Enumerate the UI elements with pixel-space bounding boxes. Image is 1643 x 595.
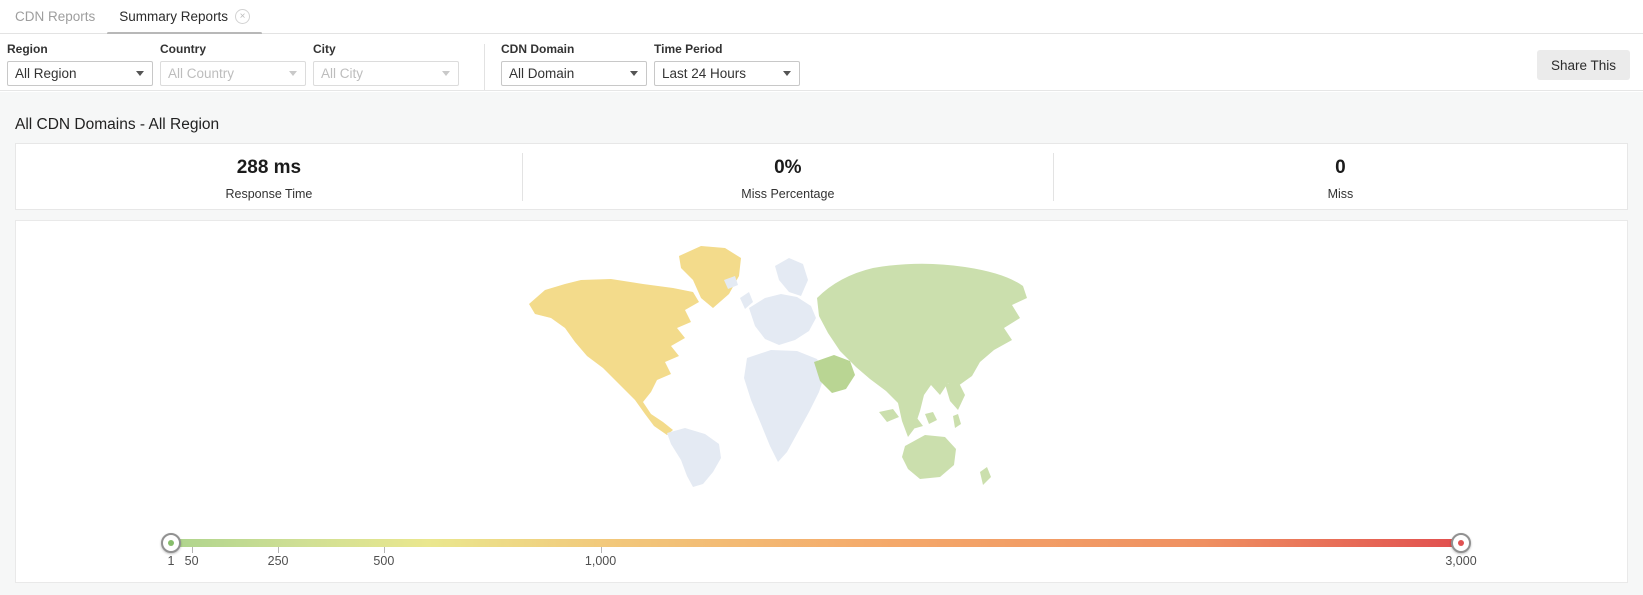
tab-bar: CDN Reports Summary Reports × xyxy=(0,0,1643,34)
heatmap-range-slider: 1502505001,0003,000 xyxy=(171,539,1461,547)
stat-label-miss-percentage: Miss Percentage xyxy=(741,187,834,201)
filter-value-cdn-domain: All Domain xyxy=(509,66,574,81)
filter-value-city: All City xyxy=(321,66,363,81)
filter-select-country: All Country xyxy=(160,61,306,86)
filter-group: Region All Region Country All Country City Al… xyxy=(7,42,807,90)
stat-label-response-time: Response Time xyxy=(225,187,312,201)
tab-summary-reports[interactable]: Summary Reports × xyxy=(116,0,253,34)
slider-tick-mark xyxy=(278,547,279,553)
filter-select-city: All City xyxy=(313,61,459,86)
map-region-north-america[interactable] xyxy=(529,279,699,435)
share-this-button[interactable]: Share This xyxy=(1537,50,1630,80)
filter-country: Country All Country xyxy=(160,42,306,86)
report-content: All CDN Domains - All Region 288 ms Respo… xyxy=(0,92,1643,595)
filter-label-region: Region xyxy=(7,42,153,56)
map-region-uk[interactable] xyxy=(740,292,753,309)
summary-stats-panel: 288 ms Response Time 0% Miss Percentage 0 Mis… xyxy=(15,143,1628,210)
filter-label-country: Country xyxy=(160,42,306,56)
filter-value-country: All Country xyxy=(168,66,234,81)
filter-label-city: City xyxy=(313,42,459,56)
tab-cdn-reports-label: CDN Reports xyxy=(15,0,95,33)
slider-tick-mark xyxy=(601,547,602,553)
slider-tick-label-3-000: 3,000 xyxy=(1445,554,1476,568)
slider-handle-dot xyxy=(1458,540,1464,546)
stat-value-miss-percentage: 0% xyxy=(774,157,801,179)
filter-select-time-period[interactable]: Last 24 Hours xyxy=(654,61,800,86)
map-region-new-zealand[interactable] xyxy=(980,467,991,485)
filter-cdn-domain: CDN Domain All Domain xyxy=(501,42,647,86)
filter-value-time-period: Last 24 Hours xyxy=(662,66,746,81)
stat-label-miss: Miss xyxy=(1328,187,1354,201)
map-region-south-america[interactable] xyxy=(667,428,721,487)
filter-select-cdn-domain[interactable]: All Domain xyxy=(501,61,647,86)
report-title: All CDN Domains - All Region xyxy=(15,116,219,134)
map-region-scandinavia[interactable] xyxy=(775,258,808,296)
tab-cdn-reports[interactable]: CDN Reports xyxy=(12,0,98,34)
slider-tick-label-1: 1 xyxy=(168,554,175,568)
stat-response-time: 288 ms Response Time xyxy=(16,144,522,209)
slider-tick-mark xyxy=(192,547,193,553)
stat-miss-percentage: 0% Miss Percentage xyxy=(523,144,1053,209)
chevron-down-icon xyxy=(783,71,791,76)
chevron-down-icon xyxy=(442,71,450,76)
slider-handle-max[interactable] xyxy=(1451,533,1471,553)
slider-tick-label-250: 250 xyxy=(268,554,289,568)
stat-value-response-time: 288 ms xyxy=(237,157,301,179)
filter-select-region[interactable]: All Region xyxy=(7,61,153,86)
map-region-southeast-asia[interactable] xyxy=(879,409,961,430)
filter-bar: Region All Region Country All Country City Al… xyxy=(0,34,1643,91)
slider-handle-min[interactable] xyxy=(161,533,181,553)
chevron-down-icon xyxy=(630,71,638,76)
filter-divider xyxy=(484,44,485,90)
map-region-asia[interactable] xyxy=(817,264,1027,437)
filter-city: City All City xyxy=(313,42,459,86)
slider-tick-label-500: 500 xyxy=(373,554,394,568)
filter-time-period: Time Period Last 24 Hours xyxy=(654,42,800,86)
filter-value-region: All Region xyxy=(15,66,77,81)
chevron-down-icon xyxy=(136,71,144,76)
slider-tick-label-1-000: 1,000 xyxy=(585,554,616,568)
filter-label-cdn-domain: CDN Domain xyxy=(501,42,647,56)
close-tab-icon[interactable]: × xyxy=(235,9,250,24)
map-region-australia[interactable] xyxy=(902,435,956,479)
stat-value-miss: 0 xyxy=(1335,157,1346,179)
chevron-down-icon xyxy=(289,71,297,76)
stat-miss: 0 Miss xyxy=(1054,144,1627,209)
map-region-europe[interactable] xyxy=(749,294,816,345)
map-region-indochina[interactable] xyxy=(945,381,965,410)
slider-tick-mark xyxy=(384,547,385,553)
filter-label-time-period: Time Period xyxy=(654,42,800,56)
map-panel: 1 50 250 500 1,000 3,000 xyxy=(15,220,1628,583)
tab-summary-reports-label: Summary Reports xyxy=(119,0,228,33)
filter-region: Region All Region xyxy=(7,42,153,86)
slider-handle-dot xyxy=(168,540,174,546)
slider-track[interactable] xyxy=(171,539,1461,547)
world-map xyxy=(521,234,1041,489)
map-region-africa[interactable] xyxy=(744,350,825,462)
slider-tick-label-50: 50 xyxy=(185,554,199,568)
